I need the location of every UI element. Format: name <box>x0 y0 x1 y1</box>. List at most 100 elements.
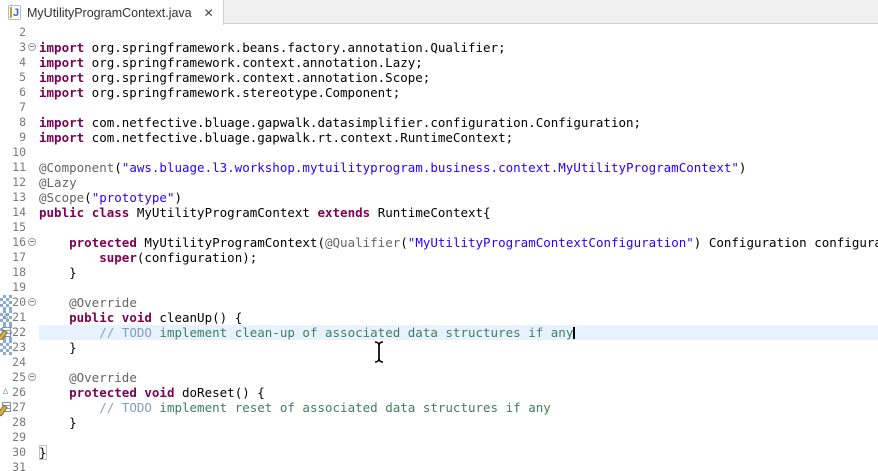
todo-task-icon[interactable] <box>2 402 11 412</box>
code-editor[interactable]: 23 import org.springframework.beans.facto… <box>0 25 878 471</box>
code-text[interactable] <box>39 280 878 295</box>
code-token: void <box>122 310 152 325</box>
code-token: RuntimeContext{ <box>370 205 490 220</box>
line-number: 15 <box>12 220 26 235</box>
code-text[interactable]: import org.springframework.stereotype.Co… <box>39 85 878 100</box>
code-line[interactable]: 16 protected MyUtilityProgramContext(@Qu… <box>0 235 878 250</box>
code-text[interactable]: @Scope("prototype") <box>39 190 878 205</box>
code-token: @Qualifier <box>325 235 400 250</box>
code-line[interactable]: 12 @Lazy <box>0 175 878 190</box>
code-line[interactable]: 9import com.netfective.bluage.gapwalk.rt… <box>0 130 878 145</box>
code-text[interactable]: protected MyUtilityProgramContext(@Quali… <box>39 235 878 250</box>
code-text[interactable] <box>39 355 878 370</box>
code-line[interactable]: 6 import org.springframework.stereotype.C… <box>0 85 878 100</box>
code-token: protected <box>69 235 137 250</box>
code-token: ) <box>739 160 747 175</box>
code-text[interactable] <box>39 460 878 471</box>
code-line[interactable]: 3 import org.springframework.beans.factor… <box>0 40 878 55</box>
fold-ruler-cell <box>26 415 39 430</box>
code-text[interactable]: @Component("aws.bluage.l3.workshop.mytui… <box>39 160 878 175</box>
code-text[interactable] <box>39 430 878 445</box>
code-line[interactable]: 4import org.springframework.context.anno… <box>0 55 878 70</box>
todo-task-icon[interactable] <box>2 327 11 337</box>
code-line[interactable]: 23 } <box>0 340 878 355</box>
code-token: org.springframework.beans.factory.annota… <box>84 40 505 55</box>
code-line[interactable]: 20 @Override <box>0 295 878 310</box>
line-number: 26 <box>12 385 26 400</box>
code-text[interactable] <box>39 220 878 235</box>
override-indicator-icon[interactable]: △ <box>0 386 11 397</box>
close-icon[interactable]: ✕ <box>204 7 214 19</box>
code-text[interactable]: } <box>39 340 878 355</box>
code-text[interactable]: import com.netfective.bluage.gapwalk.rt.… <box>39 130 878 145</box>
code-line[interactable]: △21 public void cleanUp() { <box>0 310 878 325</box>
collapse-icon[interactable] <box>28 298 36 306</box>
annotation-ruler-cell <box>0 370 12 385</box>
code-line[interactable]: 18 } <box>0 265 878 280</box>
code-text[interactable]: } <box>39 265 878 280</box>
line-number: 27 <box>12 400 26 415</box>
code-token: import <box>39 70 84 85</box>
code-text[interactable]: public class MyUtilityProgramContext ext… <box>39 205 878 220</box>
code-text[interactable]: // TODO implement clean-up of associated… <box>39 325 878 340</box>
code-text[interactable]: @Lazy <box>39 175 878 190</box>
code-line[interactable]: 29 <box>0 430 878 445</box>
annotation-ruler-cell <box>0 205 12 220</box>
code-text[interactable]: protected void doReset() { <box>39 385 878 400</box>
code-token: protected <box>69 385 137 400</box>
line-number: 25 <box>12 370 26 385</box>
code-text[interactable]: import org.springframework.beans.factory… <box>39 40 878 55</box>
code-line[interactable]: 28 } <box>0 415 878 430</box>
fold-ruler-cell <box>26 70 39 85</box>
code-text[interactable]: public void cleanUp() { <box>39 310 878 325</box>
code-text[interactable] <box>39 100 878 115</box>
code-text[interactable]: @Override <box>39 295 878 310</box>
tab-myutilityprogramcontext-java[interactable]: J MyUtilityProgramContext.java ✕ <box>0 0 224 25</box>
annotation-ruler-cell: △ <box>0 310 12 325</box>
override-indicator-icon[interactable]: △ <box>0 311 11 322</box>
code-text[interactable]: super(configuration); <box>39 250 878 265</box>
code-text[interactable] <box>39 145 878 160</box>
line-number: 12 <box>12 175 26 190</box>
line-number: 29 <box>12 430 26 445</box>
collapse-icon[interactable] <box>28 238 36 246</box>
code-line[interactable]: 25 @Override <box>0 370 878 385</box>
code-text[interactable]: import com.netfective.bluage.gapwalk.dat… <box>39 115 878 130</box>
code-line[interactable]: 31 <box>0 460 878 471</box>
annotation-ruler-cell <box>0 415 12 430</box>
annotation-ruler-cell <box>0 25 12 40</box>
code-line[interactable]: 8import com.netfective.bluage.gapwalk.da… <box>0 115 878 130</box>
code-text[interactable]: } <box>39 415 878 430</box>
collapse-icon[interactable] <box>28 43 36 51</box>
code-line[interactable]: 19 <box>0 280 878 295</box>
code-line[interactable]: 7 <box>0 100 878 115</box>
code-line[interactable]: 17 super(configuration); <box>0 250 878 265</box>
code-line[interactable]: 2 <box>0 25 878 40</box>
line-number: 3 <box>12 40 26 55</box>
code-text[interactable]: import org.springframework.context.annot… <box>39 55 878 70</box>
code-line[interactable]: △26 protected void doReset() { <box>0 385 878 400</box>
code-token: @Scope <box>39 190 84 205</box>
code-line[interactable]: 27 // TODO implement reset of associated… <box>0 400 878 415</box>
code-text[interactable] <box>39 25 878 40</box>
line-number: 6 <box>12 85 26 100</box>
code-line[interactable]: 24 <box>0 355 878 370</box>
fold-ruler-cell <box>26 280 39 295</box>
code-text[interactable]: @Override <box>39 370 878 385</box>
code-token: } <box>39 340 77 355</box>
code-line[interactable]: 5import org.springframework.context.anno… <box>0 70 878 85</box>
code-line[interactable]: 13@Scope("prototype") <box>0 190 878 205</box>
code-text[interactable]: } <box>39 445 878 460</box>
code-line[interactable]: 10 <box>0 145 878 160</box>
collapse-icon[interactable] <box>28 373 36 381</box>
code-line[interactable]: 11@Component("aws.bluage.l3.workshop.myt… <box>0 160 878 175</box>
fold-ruler-cell <box>26 130 39 145</box>
code-line[interactable]: 30} <box>0 445 878 460</box>
code-line[interactable]: 15 <box>0 220 878 235</box>
code-token: MyUtilityProgramContext <box>129 205 317 220</box>
code-line[interactable]: 14public class MyUtilityProgramContext e… <box>0 205 878 220</box>
code-token: public <box>39 205 84 220</box>
code-text[interactable]: import org.springframework.context.annot… <box>39 70 878 85</box>
code-line[interactable]: 22 // TODO implement clean-up of associa… <box>0 325 878 340</box>
code-text[interactable]: // TODO implement reset of associated da… <box>39 400 878 415</box>
